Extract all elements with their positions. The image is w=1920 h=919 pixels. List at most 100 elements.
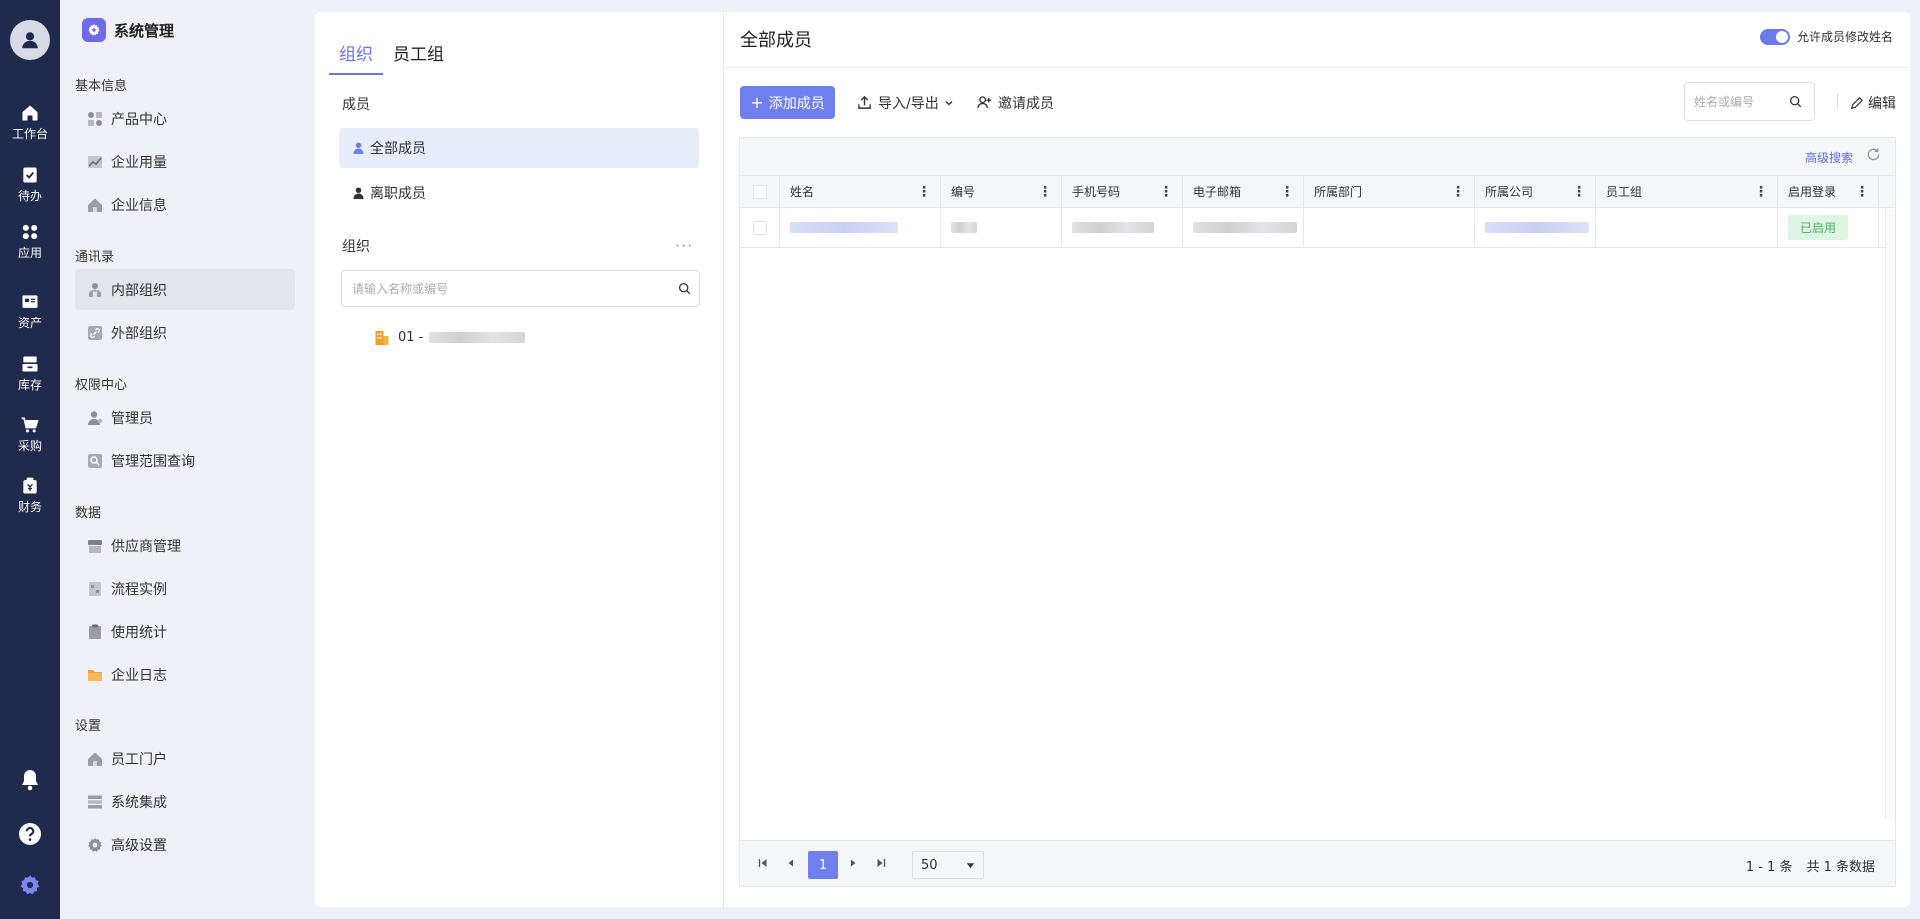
menu-item-advanced-settings[interactable]: 高级设置 xyxy=(75,824,295,865)
column-label: 所属部门 xyxy=(1314,185,1363,199)
bell-icon xyxy=(22,770,38,791)
menu-item-employee-portal[interactable]: 员工门户 xyxy=(75,738,295,779)
rail-item-inventory[interactable]: 库存 xyxy=(0,354,60,393)
member-item-label: 离职成员 xyxy=(370,186,426,202)
org-search-input[interactable] xyxy=(342,271,669,306)
member-item-resigned[interactable]: 离职成员 xyxy=(339,173,699,213)
search-icon[interactable] xyxy=(669,282,699,295)
column-header-company[interactable]: 所属公司 ⋮ xyxy=(1475,176,1596,207)
select-all-cell xyxy=(740,176,780,207)
rail-item-todo[interactable]: 待办 xyxy=(0,165,60,204)
column-header-employee-group[interactable]: 员工组 ⋮ xyxy=(1596,176,1778,207)
menu-item-product-center[interactable]: 产品中心 xyxy=(75,98,295,139)
menu-item-label: 外部组织 xyxy=(111,325,167,342)
menu-item-company-info[interactable]: 企业信息 xyxy=(75,184,295,225)
assets-icon xyxy=(22,295,38,308)
column-header-login-enabled[interactable]: 启用登录 ⋮ xyxy=(1778,176,1879,207)
rail-item-finance[interactable]: 财务 xyxy=(0,476,60,515)
menu-item-label: 企业日志 xyxy=(111,667,167,684)
menu-item-label: 管理员 xyxy=(111,410,153,427)
menu-item-usage-stats[interactable]: 使用统计 xyxy=(75,611,295,652)
org-tree-icon xyxy=(87,282,103,298)
menu-item-external-org[interactable]: 外部组织 xyxy=(75,312,295,353)
column-header-code[interactable]: 编号 ⋮ xyxy=(941,176,1062,207)
select-all-checkbox[interactable] xyxy=(752,184,767,199)
rail-item-purchase[interactable]: 采购 xyxy=(0,415,60,454)
column-label: 姓名 xyxy=(790,185,815,199)
tab-employee-group[interactable]: 员工组 xyxy=(383,36,454,75)
cell-name[interactable] xyxy=(780,208,941,247)
advanced-search-link[interactable]: 高级搜索 xyxy=(1805,149,1853,166)
column-menu-icon[interactable]: ⋮ xyxy=(1572,185,1586,199)
redacted-org-name xyxy=(429,332,526,343)
column-menu-icon[interactable]: ⋮ xyxy=(1159,185,1173,199)
column-menu-icon[interactable]: ⋮ xyxy=(1038,185,1052,199)
menu-group-data: 数据 xyxy=(75,506,102,521)
vertical-scrollbar[interactable] xyxy=(1885,209,1895,818)
menu-item-integration[interactable]: 系统集成 xyxy=(75,781,295,822)
search-icon[interactable] xyxy=(1785,95,1802,108)
menu-item-usage[interactable]: 企业用量 xyxy=(75,141,295,182)
member-search-input[interactable] xyxy=(1685,94,1785,109)
rail-label: 库存 xyxy=(17,378,42,392)
column-menu-icon[interactable]: ⋮ xyxy=(1280,185,1294,199)
page-size-select[interactable]: 50 xyxy=(912,851,984,879)
menu-item-company-log[interactable]: 企业日志 xyxy=(75,654,295,695)
menu-item-internal-org[interactable]: 内部组织 xyxy=(75,269,295,310)
column-menu-icon[interactable]: ⋮ xyxy=(1451,185,1465,199)
prev-page-icon[interactable] xyxy=(786,856,796,872)
process-icon xyxy=(87,581,103,597)
page-title: 全部成员 xyxy=(740,30,812,51)
menu-item-process-instance[interactable]: 流程实例 xyxy=(75,568,295,609)
rail-item-apps[interactable]: 应用 xyxy=(0,222,60,261)
page-number-current[interactable]: 1 xyxy=(808,851,838,879)
refresh-icon[interactable] xyxy=(1866,147,1881,166)
user-avatar[interactable] xyxy=(10,20,50,60)
invite-member-button[interactable]: 邀请成员 xyxy=(977,86,1054,119)
table-row[interactable]: 已启用 xyxy=(740,208,1895,248)
cell-employee-group xyxy=(1596,208,1778,247)
rail-item-workbench[interactable]: 工作台 xyxy=(0,103,60,142)
column-header-department[interactable]: 所属部门 ⋮ xyxy=(1304,176,1475,207)
notification-button[interactable] xyxy=(0,768,60,792)
rail-item-assets[interactable]: 资产 xyxy=(0,292,60,331)
last-page-icon[interactable] xyxy=(876,856,886,872)
menu-item-label: 产品中心 xyxy=(111,111,167,128)
house-icon xyxy=(87,751,103,767)
column-menu-icon[interactable]: ⋮ xyxy=(1855,185,1869,199)
org-node-label: 01 - xyxy=(398,330,424,345)
member-item-all[interactable]: 全部成员 xyxy=(339,128,699,168)
column-label: 手机号码 xyxy=(1072,185,1121,199)
rail-label: 采购 xyxy=(17,439,42,453)
toolbar-divider xyxy=(1837,93,1838,109)
org-panel: 组织 员工组 成员 全部成员 离职成员 组织 ··· 01 - xyxy=(315,12,724,907)
row-checkbox[interactable] xyxy=(752,220,767,235)
allow-rename-label: 允许成员修改姓名 xyxy=(1796,30,1893,44)
column-header-name[interactable]: 姓名 ⋮ xyxy=(780,176,941,207)
column-menu-icon[interactable]: ⋮ xyxy=(917,185,931,199)
next-page-icon[interactable] xyxy=(848,856,858,872)
tab-organization[interactable]: 组织 xyxy=(329,36,383,75)
cell-login-enabled: 已启用 xyxy=(1778,208,1879,247)
menu-item-admin[interactable]: 管理员 xyxy=(75,397,295,438)
menu-item-supplier[interactable]: 供应商管理 xyxy=(75,525,295,566)
add-member-button[interactable]: + 添加成员 xyxy=(740,86,835,119)
menu-item-scope-query[interactable]: 管理范围查询 xyxy=(75,440,295,481)
column-label: 所属公司 xyxy=(1485,185,1534,199)
import-export-button[interactable]: 导入/导出 xyxy=(857,86,954,119)
settings-button[interactable] xyxy=(0,874,60,896)
column-header-phone[interactable]: 手机号码 ⋮ xyxy=(1062,176,1183,207)
first-page-icon[interactable] xyxy=(758,856,768,872)
todo-icon xyxy=(23,167,37,183)
allow-rename-toggle[interactable] xyxy=(1759,28,1790,45)
person-icon xyxy=(353,187,364,199)
edit-button[interactable]: 编辑 xyxy=(1850,86,1896,119)
inventory-icon xyxy=(22,356,38,372)
column-header-email[interactable]: 电子邮箱 ⋮ xyxy=(1183,176,1304,207)
more-options-icon[interactable]: ··· xyxy=(675,236,693,255)
folder-icon xyxy=(87,667,103,683)
help-icon xyxy=(19,823,41,845)
org-tree-node[interactable]: 01 - xyxy=(375,330,526,345)
column-menu-icon[interactable]: ⋮ xyxy=(1754,185,1768,199)
help-button[interactable] xyxy=(0,822,60,846)
